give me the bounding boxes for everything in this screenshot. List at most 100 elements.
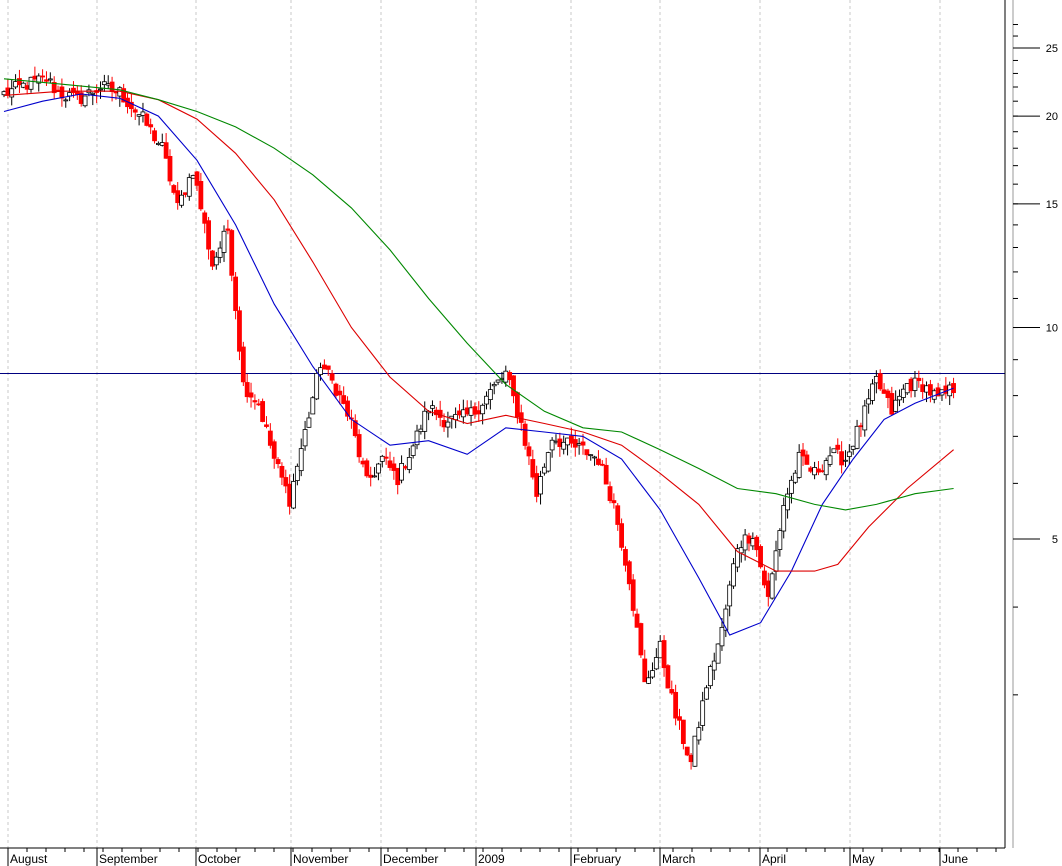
candle-body <box>403 466 408 469</box>
candle-body <box>819 470 825 473</box>
candle-body <box>873 376 879 384</box>
candle-body <box>646 677 652 684</box>
candle-body <box>372 475 377 478</box>
candle-body <box>190 175 196 179</box>
candle-body <box>553 440 559 443</box>
candle-body <box>924 385 929 393</box>
candle <box>758 544 763 569</box>
candle-body <box>1 91 7 96</box>
candle-body <box>839 451 845 466</box>
candle <box>240 341 246 387</box>
candle-body <box>325 365 331 370</box>
candle-body <box>20 82 26 88</box>
candle-body <box>565 437 570 446</box>
candle <box>638 622 644 658</box>
y-tick-label: 5 <box>1052 534 1058 546</box>
candle-body <box>526 446 532 457</box>
candle-body <box>870 383 875 401</box>
candle-body <box>665 665 671 689</box>
candle-body <box>592 456 597 459</box>
candle-body <box>437 409 443 418</box>
candle-body <box>534 473 540 497</box>
candle-body <box>314 372 320 400</box>
candle <box>630 574 636 617</box>
y-tick-label: 15 <box>1046 199 1058 211</box>
candle-body <box>599 463 605 466</box>
candle-body <box>480 404 486 415</box>
candle <box>707 664 713 689</box>
candle-body <box>503 370 509 383</box>
chart-background <box>0 0 1062 866</box>
candle-body <box>877 373 883 390</box>
candle-body <box>298 448 304 472</box>
candle-body <box>430 405 435 409</box>
candle-body <box>152 130 157 142</box>
candle-body <box>781 505 787 532</box>
candle-body <box>341 395 347 404</box>
candle-body <box>171 185 177 193</box>
candle-body <box>765 580 771 597</box>
candle-body <box>719 626 725 647</box>
candle-body <box>148 124 154 128</box>
candle <box>260 398 266 423</box>
candle-body <box>441 420 447 428</box>
candle-body <box>542 466 547 474</box>
candle-body <box>808 467 814 472</box>
candle-body <box>329 373 335 381</box>
candle-body <box>101 81 107 86</box>
candle-body <box>163 142 169 159</box>
candle-body <box>229 230 235 276</box>
candle-body <box>136 114 142 117</box>
candle-body <box>642 658 648 683</box>
candle-body <box>260 401 266 422</box>
x-tick-label: May <box>852 852 875 866</box>
candle-body <box>742 534 748 551</box>
candle-body <box>175 190 181 204</box>
candle-body <box>291 481 296 509</box>
candle-body <box>738 547 744 554</box>
candle-body <box>816 468 821 473</box>
candle-body <box>237 310 242 352</box>
candle-body <box>900 388 906 398</box>
candle <box>522 420 528 450</box>
candle-body <box>472 406 478 415</box>
candle <box>769 571 775 600</box>
candle-body <box>24 85 30 90</box>
candle-body <box>487 389 493 400</box>
y-tick-label: 10 <box>1046 323 1058 335</box>
x-tick-label: March <box>662 852 695 866</box>
x-tick-label: November <box>293 852 348 866</box>
candle-body <box>657 640 663 659</box>
candle <box>144 112 150 127</box>
candle-body <box>13 81 18 88</box>
candle-body <box>711 660 717 671</box>
candle-body <box>198 181 204 210</box>
candle-body <box>688 754 694 763</box>
candle-body <box>82 95 88 107</box>
x-tick-label: August <box>10 852 48 866</box>
candle-body <box>630 579 636 611</box>
candle-body <box>684 746 690 756</box>
candle-body <box>673 691 679 719</box>
candle <box>229 229 235 282</box>
candle-body <box>105 83 111 86</box>
candle-body <box>545 452 551 472</box>
x-tick-label: February <box>573 852 621 866</box>
candle-body <box>418 428 424 433</box>
candle-body <box>271 441 277 459</box>
candle-body <box>789 479 794 494</box>
candle-body <box>464 407 470 415</box>
candle-body <box>360 460 366 465</box>
candle-body <box>792 472 798 483</box>
candle-body <box>59 86 65 99</box>
candle-body <box>916 377 922 382</box>
candle-body <box>206 220 211 250</box>
candle-body <box>576 443 582 446</box>
candle-body <box>213 256 219 266</box>
candle-body <box>584 449 590 456</box>
candle-body <box>727 584 733 607</box>
candle-body <box>843 459 848 462</box>
candle-body <box>144 113 150 126</box>
candle <box>190 174 196 179</box>
candle-body <box>889 393 895 415</box>
